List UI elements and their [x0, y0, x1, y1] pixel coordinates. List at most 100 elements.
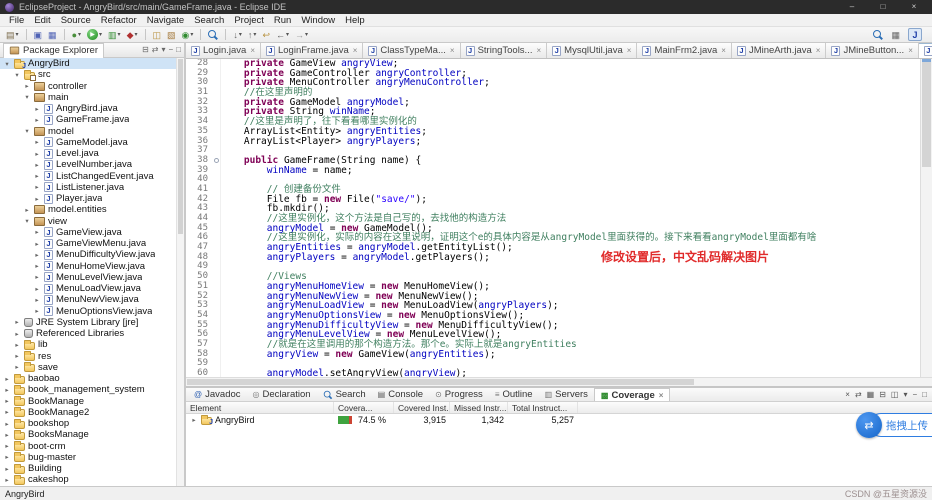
tree-item-bookshop[interactable]: ▸bookshop — [0, 418, 184, 429]
tree-item-level-java[interactable]: ▸JLevel.java — [0, 148, 184, 159]
close-icon[interactable]: × — [536, 46, 541, 55]
tree-item-model[interactable]: ▾model — [0, 126, 184, 137]
tree-item-listchangedevent-java[interactable]: ▸JListChangedEvent.java — [0, 171, 184, 182]
tree-item-res[interactable]: ▸res — [0, 351, 184, 362]
tree-item-src[interactable]: ▾src — [0, 69, 184, 80]
tree-item-boot-crm[interactable]: ▸boot-crm — [0, 441, 184, 452]
column-header-element[interactable]: Element — [186, 402, 334, 413]
tree-item-bug-master[interactable]: ▸bug-master — [0, 452, 184, 463]
chevron-right-icon[interactable]: ▸ — [3, 420, 11, 428]
close-icon[interactable]: × — [353, 46, 358, 55]
tree-item-menuloadview-java[interactable]: ▸JMenuLoadView.java — [0, 283, 184, 294]
tree-item-building[interactable]: ▸Building — [0, 463, 184, 474]
table-row[interactable]: ▸AngryBird74.5 %3,9151,3425,257 — [186, 414, 932, 426]
editor-vertical-scrollbar[interactable] — [920, 59, 932, 377]
chevron-right-icon[interactable]: ▸ — [13, 352, 21, 360]
chevron-right-icon[interactable]: ▸ — [3, 476, 11, 484]
chevron-right-icon[interactable]: ▸ — [3, 386, 11, 394]
tree-item-baobao[interactable]: ▸baobao — [0, 373, 184, 384]
tree-item-controller[interactable]: ▸controller — [0, 81, 184, 92]
tree-item-cakeshop[interactable]: ▸cakeshop — [0, 474, 184, 485]
menu-run[interactable]: Run — [269, 14, 296, 27]
tree-item-listlistener-java[interactable]: ▸JListListener.java — [0, 182, 184, 193]
tree-item-menuhomeview-java[interactable]: ▸JMenuHomeView.java — [0, 261, 184, 272]
explorer-scrollbar[interactable] — [176, 58, 184, 486]
tree-item-view[interactable]: ▾view — [0, 216, 184, 227]
run-button[interactable]: ▶▾ — [85, 28, 104, 42]
chevron-right-icon[interactable]: ▸ — [33, 161, 41, 169]
view-menu-icon[interactable]: ▾ — [903, 390, 907, 399]
tree-item-angrybird[interactable]: ▾AngryBird — [0, 58, 184, 69]
new-wizard-button[interactable]: ▤▾ — [4, 28, 21, 42]
chevron-right-icon[interactable]: ▸ — [33, 240, 41, 248]
tree-item-gameviewmenu-java[interactable]: ▸JGameViewMenu.java — [0, 238, 184, 249]
relaunch-session-icon[interactable]: ⇄ — [855, 390, 862, 399]
chevron-right-icon[interactable]: ▸ — [33, 262, 41, 270]
menu-help[interactable]: Help — [340, 14, 370, 27]
coverage-button[interactable]: ▥▾ — [106, 28, 123, 42]
tree-item-gamemodel-java[interactable]: ▸JGameModel.java — [0, 137, 184, 148]
editor-tab-jminearth-java[interactable]: JJMineArth.java× — [732, 43, 827, 58]
tree-item-gameview-java[interactable]: ▸JGameView.java — [0, 227, 184, 238]
tree-item-gameframe-java[interactable]: ▸JGameFrame.java — [0, 114, 184, 125]
editor-vscroll-thumb[interactable] — [922, 62, 931, 167]
panel-tab-console[interactable]: ▤Console — [372, 388, 429, 401]
chevron-right-icon[interactable]: ▸ — [33, 273, 41, 281]
tree-item-computer[interactable]: ▸computer — [0, 486, 184, 487]
tree-item-booksmanage[interactable]: ▸BooksManage — [0, 429, 184, 440]
editor-tab-jminebutton[interactable]: JJMineButton...× — [826, 43, 918, 58]
new-class-button[interactable]: ◉▾ — [180, 28, 196, 42]
editor-hscroll-thumb[interactable] — [187, 379, 694, 385]
back-button[interactable]: ←▾ — [274, 28, 291, 42]
menu-navigate[interactable]: Navigate — [142, 14, 190, 27]
chevron-right-icon[interactable]: ▸ — [13, 363, 21, 371]
close-icon[interactable]: × — [659, 391, 664, 400]
forward-button[interactable]: →▾ — [293, 28, 310, 42]
menu-refactor[interactable]: Refactor — [96, 14, 142, 27]
close-icon[interactable]: × — [627, 46, 632, 55]
menu-project[interactable]: Project — [229, 14, 269, 27]
close-icon[interactable]: × — [450, 46, 455, 55]
tree-item-main[interactable]: ▾main — [0, 92, 184, 103]
tree-item-bookmanage2[interactable]: ▸BookManage2 — [0, 407, 184, 418]
last-edit-location-button[interactable]: ↩ — [260, 28, 272, 42]
search-button[interactable] — [206, 28, 220, 42]
tree-item-levelnumber-java[interactable]: ▸JLevelNumber.java — [0, 159, 184, 170]
fold-marker-icon[interactable] — [214, 158, 219, 163]
chevron-right-icon[interactable]: ▸ — [33, 195, 41, 203]
menu-window[interactable]: Window — [296, 14, 340, 27]
column-header-covera[interactable]: Covera... — [334, 402, 394, 413]
close-icon[interactable]: × — [816, 46, 821, 55]
minimize-button[interactable]: – — [839, 0, 865, 14]
tree-item-bookmanage[interactable]: ▸BookManage — [0, 396, 184, 407]
chevron-right-icon[interactable]: ▸ — [33, 183, 41, 191]
chevron-down-icon[interactable]: ▾ — [23, 93, 31, 101]
chevron-right-icon[interactable]: ▸ — [3, 442, 11, 450]
tree-item-angrybird-java[interactable]: ▸JAngryBird.java — [0, 103, 184, 114]
close-icon[interactable]: × — [908, 46, 913, 55]
chevron-right-icon[interactable]: ▸ — [33, 296, 41, 304]
chevron-right-icon[interactable]: ▸ — [3, 397, 11, 405]
chevron-right-icon[interactable]: ▸ — [33, 251, 41, 259]
editor-tab-mysqlutil-java[interactable]: JMysqlUtil.java× — [547, 43, 637, 58]
editor-tab-mainfrm2-java[interactable]: JMainFrm2.java× — [637, 43, 732, 58]
panel-tab-outline[interactable]: ≡Outline — [489, 388, 539, 401]
open-perspective-button[interactable]: ▦ — [889, 28, 902, 42]
new-java-project-button[interactable]: ◫ — [151, 28, 164, 42]
chevron-right-icon[interactable]: ▸ — [33, 228, 41, 236]
chevron-right-icon[interactable]: ▸ — [23, 206, 31, 214]
link-with-selection-icon[interactable]: ◫ — [891, 390, 899, 399]
chevron-right-icon[interactable]: ▸ — [3, 431, 11, 439]
close-icon[interactable]: × — [250, 46, 255, 55]
maximize-view-icon[interactable]: □ — [176, 43, 181, 57]
chevron-down-icon[interactable]: ▾ — [13, 71, 21, 79]
maximize-view-icon[interactable]: □ — [922, 390, 927, 399]
menu-file[interactable]: File — [4, 14, 29, 27]
explorer-scrollbar-thumb[interactable] — [178, 59, 183, 234]
chevron-right-icon[interactable]: ▸ — [3, 453, 11, 461]
tree-item-menudifficultyview-java[interactable]: ▸JMenuDifficultyView.java — [0, 249, 184, 260]
upload-badge[interactable]: ⇄ 拖拽上传 — [856, 412, 932, 438]
tree-item-save[interactable]: ▸save — [0, 362, 184, 373]
chevron-right-icon[interactable]: ▸ — [13, 330, 21, 338]
menu-edit[interactable]: Edit — [29, 14, 55, 27]
